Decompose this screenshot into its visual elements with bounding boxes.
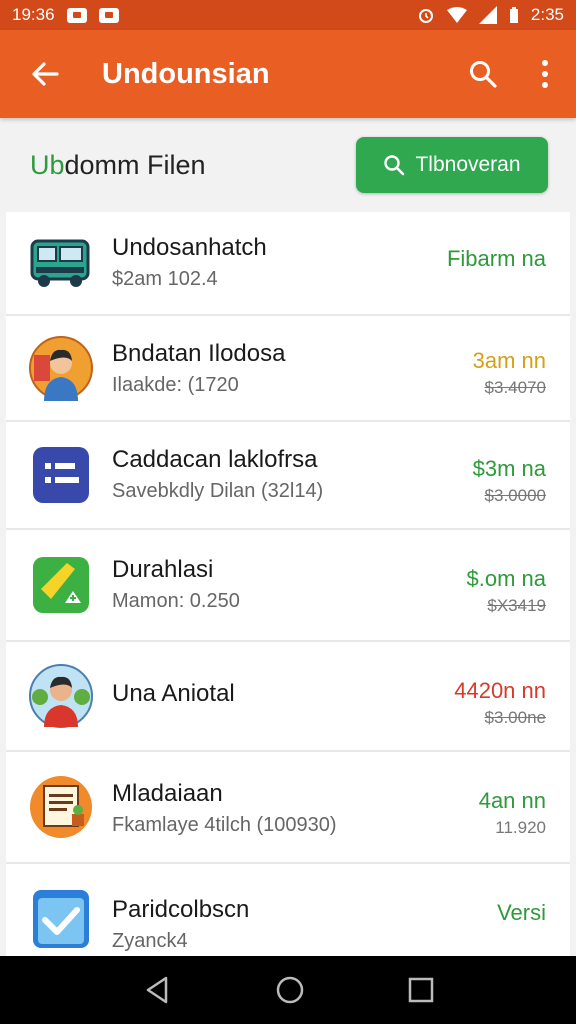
status-time-right: 2:35 <box>530 5 564 24</box>
app-bar: Undounsian <box>0 30 576 118</box>
arrow-left-icon <box>32 62 59 86</box>
gallery-notification-icon <box>98 7 119 23</box>
status-left: 19:36 <box>12 5 119 25</box>
checkbox-icon <box>28 886 94 952</box>
item-subtitle: Zyanck4 <box>112 930 188 952</box>
edit-app-icon <box>28 552 94 618</box>
item-list: Undosanhatch $2am 102.4 Fibarm na Bndata… <box>6 212 570 958</box>
search-button[interactable] <box>452 30 514 118</box>
list-item[interactable]: Undosanhatch $2am 102.4 Fibarm na <box>6 212 570 316</box>
item-price: $3m na <box>472 456 546 481</box>
item-title: Bndatan Ilodosa <box>112 340 286 367</box>
person-red-avatar-icon <box>28 663 94 729</box>
list-item[interactable]: Caddacan laklofrsa Savebkdly Dilan (32l1… <box>6 422 570 530</box>
nav-recents-icon[interactable] <box>408 977 434 1003</box>
alarm-icon <box>418 9 433 23</box>
item-price: 4420n nn <box>454 678 546 703</box>
section-header: Ubdomm Filen Tlbnoveran <box>0 118 576 212</box>
item-old-price: $3.0000 <box>484 486 546 505</box>
list-item[interactable]: Mladaiaan Fkamlaye 4tilch (100930) 4an n… <box>6 752 570 864</box>
item-subtitle: Ilaakde: (1720 <box>112 374 239 396</box>
item-old-price: $3.4070 <box>484 378 546 397</box>
status-right: 2:35 <box>417 5 564 25</box>
item-title: Caddacan laklofrsa <box>112 446 318 473</box>
bus-icon <box>28 230 94 296</box>
battery-icon <box>509 7 518 23</box>
section-title-accent: Ub <box>30 149 65 180</box>
section-title: Ubdomm Filen <box>30 150 206 181</box>
status-time-left: 19:36 <box>12 5 55 24</box>
page-title: Undounsian <box>102 57 270 90</box>
item-old-price: 11.920 <box>495 818 546 837</box>
more-vertical-icon <box>542 60 548 88</box>
item-subtitle: Mamon: 0.250 <box>112 590 240 612</box>
list-app-icon <box>28 442 94 508</box>
item-subtitle: $2am 102.4 <box>112 268 218 290</box>
nav-home-icon[interactable] <box>275 975 305 1005</box>
item-title: Undosanhatch <box>112 234 267 261</box>
youtube-notification-icon <box>66 7 87 23</box>
list-item[interactable]: Una Aniotal 4420n nn $3.00ne <box>6 642 570 752</box>
item-price: 3am nn <box>472 348 546 373</box>
search-icon <box>384 155 405 176</box>
item-old-price: $X3419 <box>487 596 546 615</box>
item-title: Paridcolbscn <box>112 896 250 923</box>
person-avatar-icon <box>28 335 94 401</box>
status-bar: 19:36 2:35 <box>0 0 576 30</box>
search-action-label: Tlbnoveran <box>415 153 521 176</box>
list-item[interactable]: Paridcolbscn Zyanck4 Versi <box>6 864 570 958</box>
search-icon <box>470 61 497 88</box>
signal-icon <box>478 6 497 24</box>
list-item[interactable]: Durahlasi Mamon: 0.250 $.om na $X3419 <box>6 530 570 642</box>
overflow-menu-button[interactable] <box>514 30 576 118</box>
item-title: Durahlasi <box>112 556 214 583</box>
system-nav-bar <box>0 956 576 1024</box>
nav-back-icon[interactable] <box>142 975 172 1005</box>
item-title: Mladaiaan <box>112 780 223 807</box>
back-button[interactable] <box>0 30 90 118</box>
item-subtitle: Savebkdly Dilan (32l14) <box>112 480 324 502</box>
wifi-icon <box>446 7 467 23</box>
item-title: Una Aniotal <box>112 680 235 707</box>
item-old-price: $3.00ne <box>484 708 546 727</box>
item-subtitle: Fkamlaye 4tilch (100930) <box>112 814 337 836</box>
item-price: 4an nn <box>478 788 546 813</box>
item-price: $.om na <box>466 566 547 591</box>
document-board-icon <box>28 774 94 840</box>
item-price: Fibarm na <box>446 246 546 271</box>
item-price: Versi <box>497 900 546 925</box>
section-title-rest: domm Filen <box>64 149 206 180</box>
search-action-button[interactable]: Tlbnoveran <box>356 137 548 193</box>
list-item[interactable]: Bndatan Ilodosa Ilaakde: (1720 3am nn $3… <box>6 316 570 422</box>
